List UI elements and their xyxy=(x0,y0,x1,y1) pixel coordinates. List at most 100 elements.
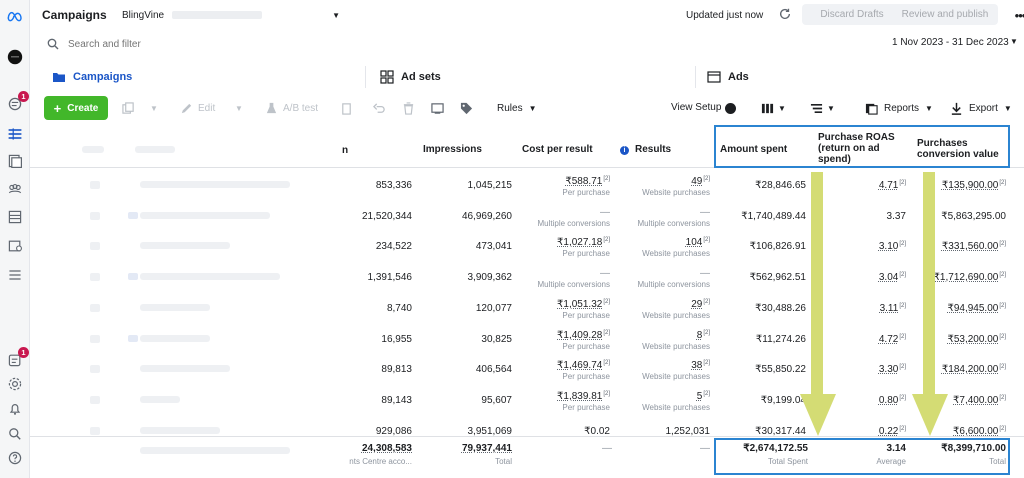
delete-button[interactable] xyxy=(340,98,353,118)
impressions-cell: 46,969,260 xyxy=(461,210,512,222)
notifications-icon[interactable]: 1 xyxy=(5,91,29,113)
breakdown-button[interactable]: ▼ xyxy=(810,98,835,118)
review-publish-button[interactable]: Review and publish xyxy=(892,4,998,25)
tab-ads[interactable]: Ads xyxy=(707,62,749,92)
documents-icon[interactable] xyxy=(5,152,25,170)
reports-button[interactable]: Reports ▼ xyxy=(865,98,933,118)
search-sidebar-icon[interactable] xyxy=(5,425,25,443)
rules-label: Rules xyxy=(497,102,523,114)
table-row[interactable]: 16,955 30,825 ₹1,409.28[2] Per purchase 8[2]… xyxy=(30,324,1024,355)
more-options-icon[interactable]: ••• xyxy=(1010,5,1024,25)
results-cell: — xyxy=(620,207,710,218)
tag-button[interactable] xyxy=(460,98,473,118)
catalogue-icon[interactable] xyxy=(5,208,25,226)
account-avatar[interactable] xyxy=(5,48,25,66)
duplicate-button[interactable] xyxy=(122,98,135,118)
amount-spent-cell: ₹30,488.26 xyxy=(755,302,806,314)
results-sub: Multiple conversions xyxy=(637,280,710,290)
purchases-conversion-value: ₹135,900.00 xyxy=(941,180,999,191)
cost-per-result-value: ₹1,051.32 xyxy=(557,298,603,310)
cost-per-result-cell: ₹1,409.28[2] xyxy=(520,330,610,341)
trash-button[interactable] xyxy=(402,98,415,118)
chevron-down-icon: ▼ xyxy=(827,103,835,113)
redacted-toggle xyxy=(90,303,100,312)
undo-button[interactable] xyxy=(373,98,386,118)
impressions-cell: 95,607 xyxy=(481,394,512,406)
account-id-redacted xyxy=(172,11,263,19)
table-row[interactable]: 853,336 1,045,215 ₹588.71[2] Per purchase 49… xyxy=(30,170,1024,201)
date-range[interactable]: 1 Nov 2023 - 31 Dec 2023 xyxy=(892,37,1009,48)
menu-icon[interactable] xyxy=(5,266,25,284)
redacted-campaign-name xyxy=(140,211,270,219)
export-button[interactable]: Export ▼ xyxy=(950,98,1012,118)
create-button[interactable]: + Create xyxy=(44,96,108,120)
preview-button[interactable] xyxy=(431,98,444,118)
results-sub: Website purchases xyxy=(642,372,710,382)
alerts-badge: 1 xyxy=(18,347,29,358)
settings-gear-icon[interactable] xyxy=(5,375,25,393)
total-cost-per-result: — xyxy=(602,443,612,454)
chevron-down-icon[interactable]: ▼ xyxy=(235,98,243,118)
table-row[interactable]: 8,740 120,077 ₹1,051.32[2] Per purchase 29[2… xyxy=(30,293,1024,324)
impressions-cell: 30,825 xyxy=(481,333,512,345)
campaigns-table-icon[interactable] xyxy=(5,125,25,143)
refresh-icon[interactable] xyxy=(778,7,792,21)
rules-button[interactable]: Rules ▼ xyxy=(497,98,537,118)
purchases-conversion-value: ₹53,200.00 xyxy=(947,333,999,345)
edit-label: Edit xyxy=(198,102,216,114)
cost-per-result-sub: Multiple conversions xyxy=(537,280,610,290)
help-icon[interactable] xyxy=(5,449,25,467)
footnote-marker: [2] xyxy=(999,364,1006,371)
pencil-icon xyxy=(181,103,192,113)
results-cell: — xyxy=(620,268,710,279)
redacted-campaign-name xyxy=(140,273,280,281)
tab-ad-sets[interactable]: Ad sets xyxy=(380,62,441,92)
amount-spent-cell: ₹562,962.51 xyxy=(749,272,806,284)
ab-test-button[interactable]: A/B test xyxy=(265,98,318,118)
tab-campaigns[interactable]: Campaigns xyxy=(52,62,362,92)
chevron-down-icon: ▼ xyxy=(778,103,786,113)
footnote-marker: [2] xyxy=(999,180,1006,186)
results-sub: Multiple conversions xyxy=(637,218,710,228)
preview-icon xyxy=(431,102,444,114)
table-row[interactable]: 89,143 95,607 ₹1,839.81[2] Per purchase 5[2]… xyxy=(30,385,1024,416)
cost-per-result-sub: Per purchase xyxy=(562,341,610,351)
cost-per-result-sub: Per purchase xyxy=(562,249,610,259)
columns-button[interactable]: ▼ xyxy=(761,98,786,118)
alerts-icon[interactable]: 1 xyxy=(5,347,29,369)
footnote-marker: [2] xyxy=(703,390,710,397)
account-selector[interactable]: BlingVine ▼ xyxy=(120,5,340,25)
table-row[interactable]: 21,520,344 46,969,260— Multiple conversion… xyxy=(30,201,1024,232)
tag-icon xyxy=(460,102,473,114)
tab-campaigns-label: Campaigns xyxy=(73,71,133,83)
impressions-cell: 406,564 xyxy=(475,364,512,376)
chevron-down-icon[interactable]: ▼ xyxy=(1010,37,1018,46)
meta-logo-icon[interactable] xyxy=(5,7,25,25)
search-input[interactable] xyxy=(68,35,368,53)
chevron-down-icon[interactable]: ▼ xyxy=(150,98,158,118)
table-row[interactable]: 89,813 406,564 ₹1,469.74[2] Per purchase 38[… xyxy=(30,354,1024,385)
redacted-header xyxy=(135,146,175,153)
redacted-icon xyxy=(128,334,138,342)
audiences-icon[interactable] xyxy=(5,180,25,198)
down-arrow-conversion-value xyxy=(912,172,948,436)
footnote-marker: [2] xyxy=(703,237,710,244)
create-label: Create xyxy=(67,102,99,114)
redacted-campaign-name xyxy=(140,426,220,434)
footnote-marker: [2] xyxy=(999,394,1006,401)
notification-badge: 1 xyxy=(18,91,29,102)
table-row[interactable]: 234,522 473,041 ₹1,027.18[2] Per purchase 10… xyxy=(30,231,1024,262)
results-cell: 49[2] xyxy=(620,176,710,187)
bell-icon[interactable] xyxy=(5,400,25,418)
results-value: 8 xyxy=(696,329,703,341)
discard-drafts-button[interactable]: Discard Drafts xyxy=(802,4,902,25)
redacted-campaign-name xyxy=(140,242,230,250)
footnote-marker: [2] xyxy=(999,333,1006,340)
redacted-campaign-name xyxy=(140,395,180,403)
billing-icon[interactable] xyxy=(5,237,25,255)
edit-button[interactable]: Edit xyxy=(180,98,215,118)
cost-per-result-sub: Per purchase xyxy=(562,402,610,412)
view-setup-toggle[interactable] xyxy=(725,103,736,114)
total-impressions-sub: Total xyxy=(495,457,512,466)
table-row[interactable]: 1,391,546 3,909,362— Multiple conversions —… xyxy=(30,262,1024,293)
